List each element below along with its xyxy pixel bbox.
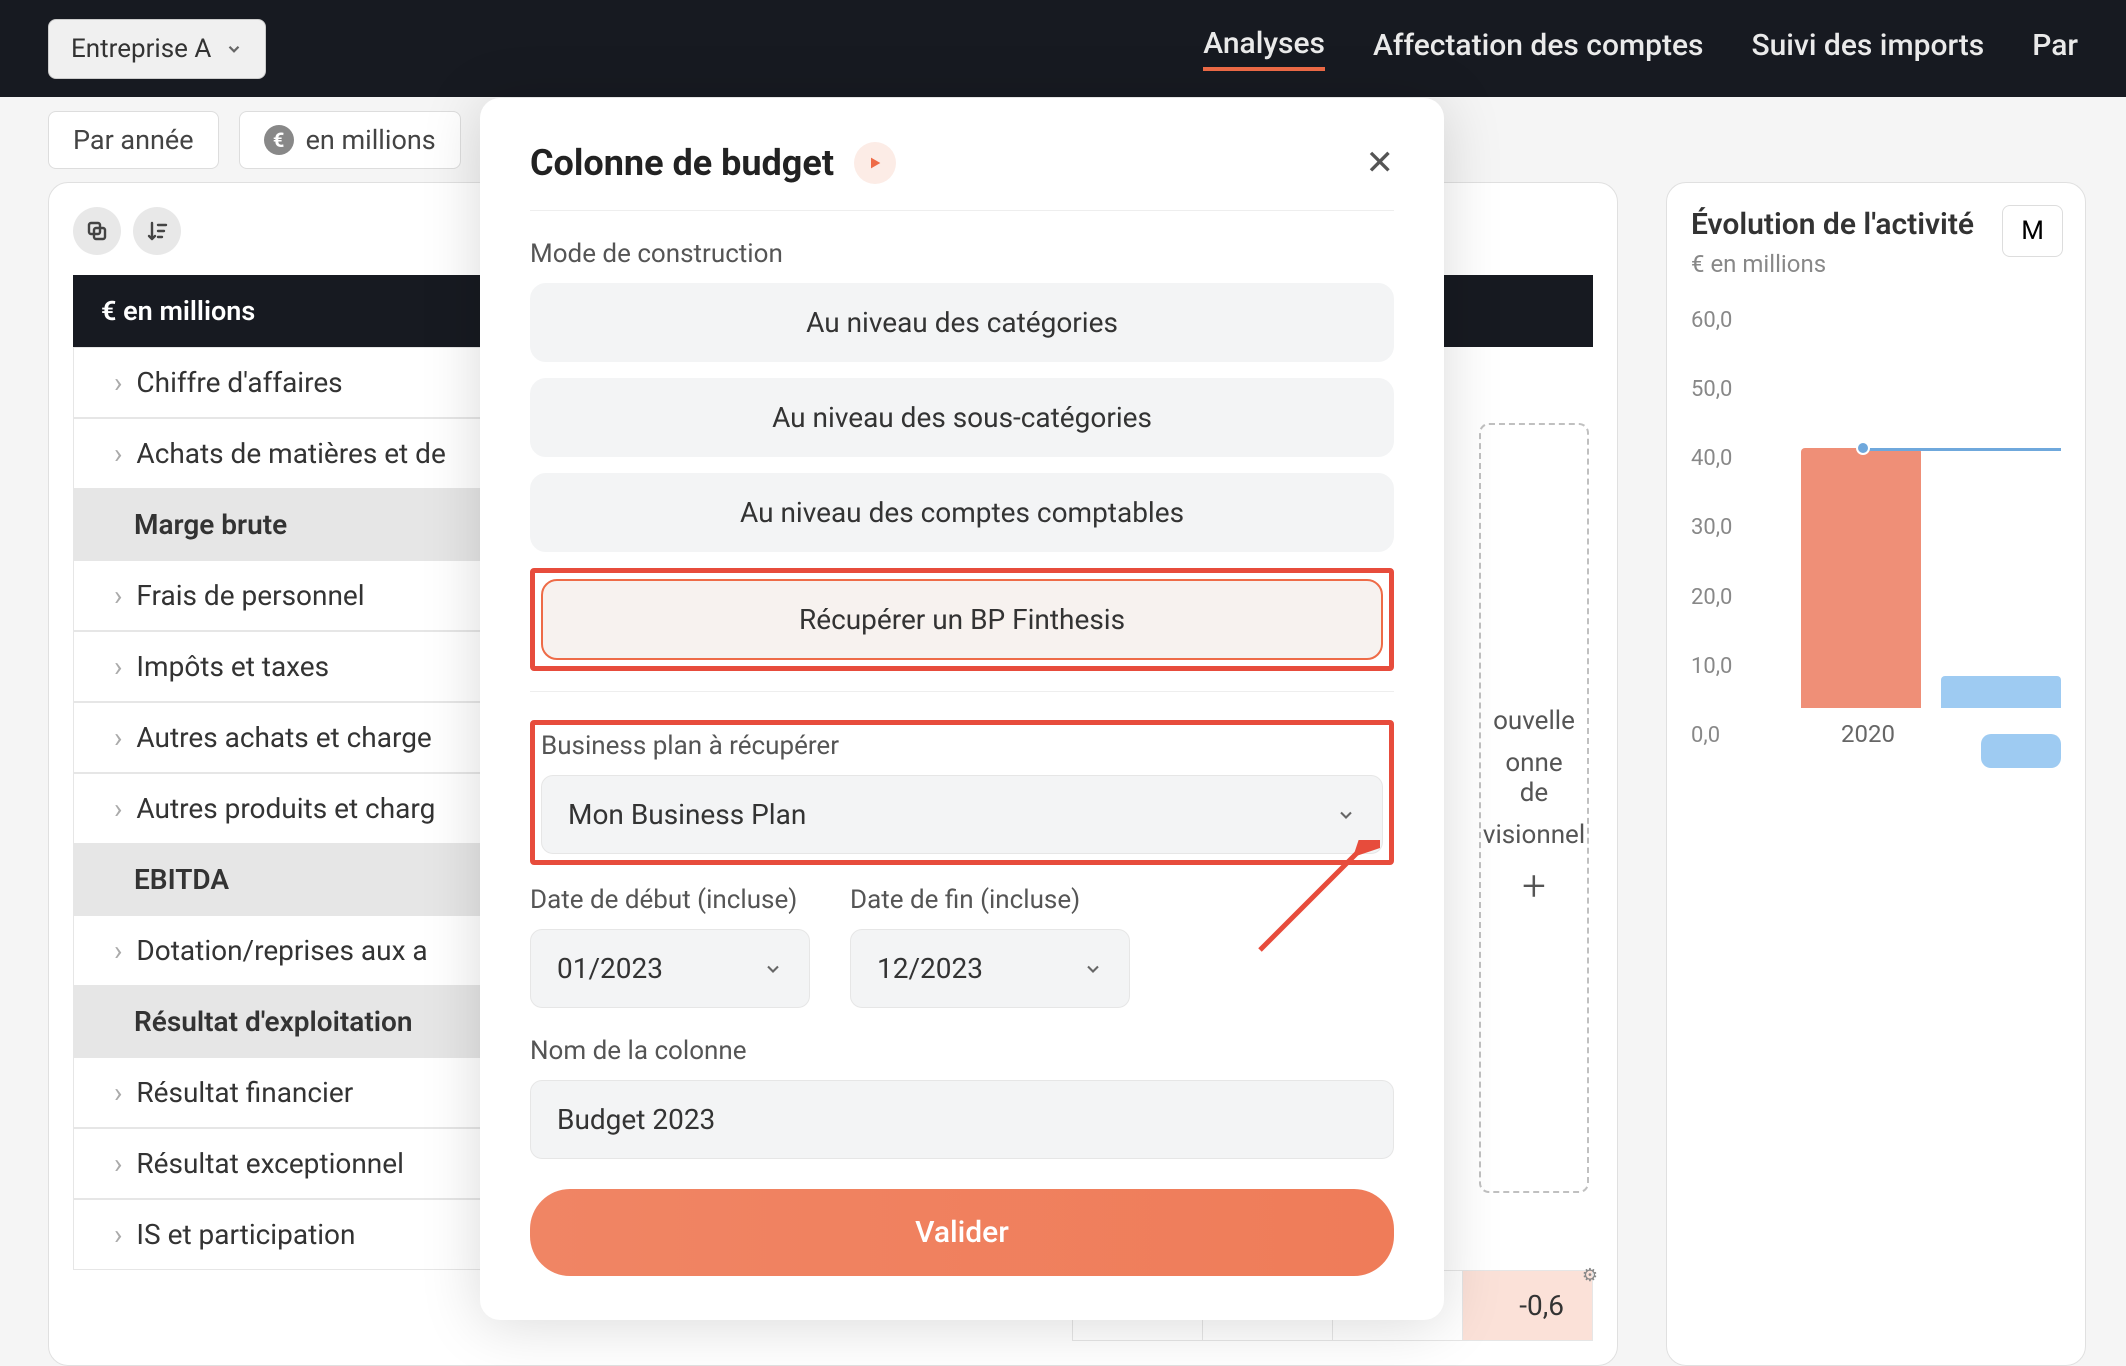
- chart-legend-chip: [1981, 734, 2061, 768]
- company-selector[interactable]: Entreprise A: [48, 19, 266, 79]
- close-icon[interactable]: ✕: [1366, 143, 1395, 183]
- option-categories[interactable]: Au niveau des catégories: [530, 283, 1394, 362]
- validate-button[interactable]: Valider: [530, 1189, 1394, 1276]
- chevron-right-icon: ›: [114, 934, 122, 967]
- budget-column-modal: Colonne de budget ✕ Mode de construction…: [480, 98, 1444, 1320]
- row-label: Dotation/reprises aux a: [136, 934, 427, 967]
- date-end-input[interactable]: 12/2023: [850, 929, 1130, 1008]
- chart-line-point: [1856, 441, 1870, 455]
- chevron-down-icon: [1083, 959, 1103, 979]
- chevron-down-icon: [1336, 805, 1356, 825]
- bp-label: Business plan à récupérer: [541, 731, 1383, 761]
- date-end-label: Date de fin (incluse): [850, 885, 1130, 915]
- date-end-value: 12/2023: [877, 952, 983, 985]
- row-label: Chiffre d'affaires: [136, 366, 342, 399]
- row-label: Frais de personnel: [136, 579, 364, 612]
- mode-label: Mode de construction: [530, 239, 1394, 269]
- filter-by-year-label: Par année: [73, 124, 194, 156]
- annotation-highlight-bp-select: Business plan à récupérer Mon Business P…: [530, 720, 1394, 865]
- chevron-right-icon: ›: [114, 1218, 122, 1251]
- val-cell-highlight: -0,6 ⚙: [1463, 1270, 1593, 1340]
- new-budget-column-placeholder[interactable]: ouvelle onne de visionnel +: [1479, 423, 1589, 1193]
- copy-button[interactable]: [73, 207, 121, 255]
- copy-icon: [85, 219, 109, 243]
- row-label: Résultat d'exploitation: [134, 1005, 413, 1038]
- gear-icon[interactable]: ⚙: [1582, 1265, 1598, 1286]
- chevron-right-icon: ›: [114, 721, 122, 754]
- nav-par[interactable]: Par: [2032, 28, 2078, 69]
- column-name-input[interactable]: [530, 1080, 1394, 1159]
- filter-unit-label: en millions: [306, 124, 436, 156]
- option-retrieve-bp[interactable]: Récupérer un BP Finthesis: [541, 579, 1383, 660]
- bp-select[interactable]: Mon Business Plan: [541, 775, 1383, 854]
- chevron-right-icon: ›: [114, 366, 122, 399]
- chevron-right-icon: ›: [114, 579, 122, 612]
- filter-unit[interactable]: € en millions: [239, 111, 461, 169]
- nav-analyses[interactable]: Analyses: [1203, 26, 1325, 71]
- chevron-right-icon: ›: [114, 1147, 122, 1180]
- row-label: Marge brute: [134, 508, 287, 541]
- chart-plot-area: 60,0 50,0 40,0 30,0 20,0 10,0 0,0 2020: [1691, 308, 2061, 748]
- euro-icon: €: [264, 125, 294, 155]
- row-label: IS et participation: [136, 1218, 355, 1251]
- row-label: EBITDA: [134, 863, 229, 896]
- play-icon[interactable]: [854, 142, 896, 184]
- date-start-label: Date de début (incluse): [530, 885, 810, 915]
- option-accounts[interactable]: Au niveau des comptes comptables: [530, 473, 1394, 552]
- sort-button[interactable]: [133, 207, 181, 255]
- chevron-down-icon: [225, 40, 243, 58]
- row-label: Résultat financier: [136, 1076, 353, 1109]
- chevron-right-icon: ›: [114, 792, 122, 825]
- company-selector-label: Entreprise A: [71, 34, 211, 64]
- chevron-right-icon: ›: [114, 650, 122, 683]
- sort-icon: [145, 219, 169, 243]
- chart-bar-series1: [1801, 448, 1921, 708]
- column-name-label: Nom de la colonne: [530, 1036, 1394, 1066]
- modal-title: Colonne de budget: [530, 142, 834, 184]
- activity-chart-card: Évolution de l'activité € en millions M …: [1666, 182, 2086, 1366]
- annotation-highlight-option: Récupérer un BP Finthesis: [530, 568, 1394, 671]
- placeholder-text: visionnel: [1483, 820, 1585, 850]
- nav-affectation[interactable]: Affectation des comptes: [1373, 28, 1703, 69]
- date-start-value: 01/2023: [557, 952, 663, 985]
- row-label: Achats de matières et de: [136, 437, 445, 470]
- filter-by-year[interactable]: Par année: [48, 111, 219, 169]
- row-label: Autres produits et charg: [136, 792, 435, 825]
- chevron-down-icon: [763, 959, 783, 979]
- chart-mode-button[interactable]: M: [2002, 205, 2063, 257]
- top-navbar: Entreprise A Analyses Affectation des co…: [0, 0, 2126, 97]
- date-start-input[interactable]: 01/2023: [530, 929, 810, 1008]
- row-label: Résultat exceptionnel: [136, 1147, 404, 1180]
- chart-bar-series2: [1941, 676, 2061, 708]
- nav-suivi-imports[interactable]: Suivi des imports: [1751, 28, 1984, 69]
- chevron-right-icon: ›: [114, 437, 122, 470]
- option-sub-categories[interactable]: Au niveau des sous-catégories: [530, 378, 1394, 457]
- chevron-right-icon: ›: [114, 1076, 122, 1109]
- placeholder-text: ouvelle: [1493, 706, 1575, 736]
- row-label: Impôts et taxes: [136, 650, 329, 683]
- chart-y-axis: 60,0 50,0 40,0 30,0 20,0 10,0 0,0: [1691, 308, 1732, 748]
- chart-line-segment: [1861, 448, 2061, 451]
- plus-icon: +: [1522, 862, 1546, 911]
- bp-select-value: Mon Business Plan: [568, 798, 806, 831]
- chart-x-label: 2020: [1841, 720, 1895, 748]
- row-label: Autres achats et charge: [136, 721, 431, 754]
- placeholder-text: onne de: [1493, 748, 1575, 808]
